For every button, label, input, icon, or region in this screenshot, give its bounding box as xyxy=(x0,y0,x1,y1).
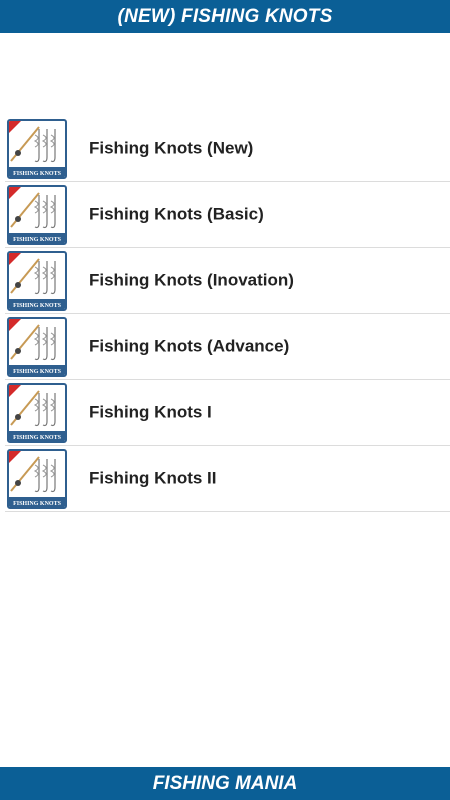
svg-text:FISHING KNOTS: FISHING KNOTS xyxy=(13,501,62,507)
list-item-fishing-knots-advance[interactable]: FISHING KNOTS Fishing Knots (Advance) xyxy=(0,314,450,380)
list-item-label: Fishing Knots (New) xyxy=(89,138,254,158)
list-item-fishing-knots-new[interactable]: FISHING KNOTS Fishing Knots (New) xyxy=(0,116,450,182)
list-item-fishing-knots-inovation[interactable]: FISHING KNOTS Fishing Knots (Inovation) xyxy=(0,248,450,314)
svg-text:FISHING KNOTS: FISHING KNOTS xyxy=(13,369,62,375)
footer-title: FISHING MANIA xyxy=(152,772,298,794)
list-item-label: Fishing Knots I xyxy=(89,402,212,422)
knot-category-list: FISHING KNOTS Fishing Knots (New) FISHIN… xyxy=(0,116,450,512)
list-item-fishing-knots-i[interactable]: FISHING KNOTS Fishing Knots I xyxy=(0,380,450,446)
svg-text:FISHING KNOTS: FISHING KNOTS xyxy=(13,171,62,177)
footer-bar: FISHING MANIA xyxy=(0,767,450,800)
fishing-knots-app-icon: FISHING KNOTS xyxy=(7,251,67,311)
list-item-fishing-knots-ii[interactable]: FISHING KNOTS Fishing Knots II xyxy=(0,446,450,512)
app-screen: (NEW) FISHING KNOTS FISHING KNOTS Fishin… xyxy=(0,0,450,800)
fishing-knots-app-icon: FISHING KNOTS xyxy=(7,119,67,179)
fishing-knots-app-icon: FISHING KNOTS xyxy=(7,317,67,377)
fishing-knots-app-icon: FISHING KNOTS xyxy=(7,383,67,443)
list-item-label: Fishing Knots (Advance) xyxy=(89,336,290,356)
app-title: (NEW) FISHING KNOTS xyxy=(117,5,333,27)
list-item-fishing-knots-basic[interactable]: FISHING KNOTS Fishing Knots (Basic) xyxy=(0,182,450,248)
title-bar: (NEW) FISHING KNOTS xyxy=(0,0,450,33)
list-item-label: Fishing Knots (Inovation) xyxy=(89,270,294,290)
svg-text:FISHING KNOTS: FISHING KNOTS xyxy=(13,303,62,309)
fishing-knots-app-icon: FISHING KNOTS xyxy=(7,185,67,245)
list-item-label: Fishing Knots (Basic) xyxy=(89,204,264,224)
svg-text:FISHING KNOTS: FISHING KNOTS xyxy=(13,237,62,243)
svg-text:FISHING KNOTS: FISHING KNOTS xyxy=(13,435,62,441)
fishing-knots-app-icon: FISHING KNOTS xyxy=(7,449,67,509)
list-item-label: Fishing Knots II xyxy=(89,468,217,488)
